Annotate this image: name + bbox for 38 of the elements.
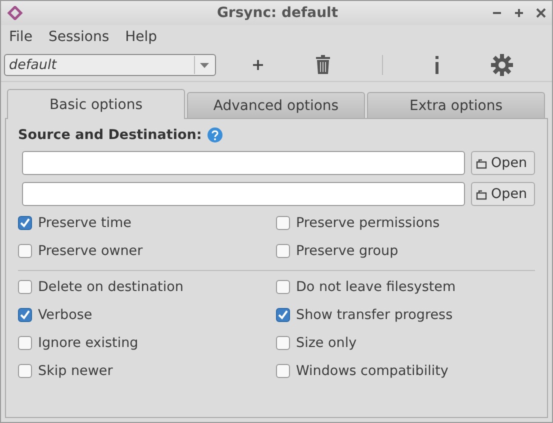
option-checkbox[interactable]: Preserve owner — [18, 241, 276, 260]
option-checkbox[interactable]: Do not leave filesystem — [276, 277, 535, 296]
menu-item[interactable]: Help — [117, 29, 166, 45]
checkmark-icon — [277, 308, 289, 320]
tab[interactable]: Advanced options — [187, 92, 365, 118]
tab[interactable]: Extra options — [367, 92, 545, 118]
add-icon[interactable] — [252, 59, 264, 71]
option-checkbox[interactable]: Windows compatibility — [276, 361, 535, 380]
option-checkbox[interactable]: Show transfer progress — [276, 305, 535, 324]
session-dropdown[interactable]: default — [4, 54, 216, 76]
path-field[interactable] — [22, 151, 465, 175]
menu-item[interactable]: Sessions — [40, 29, 118, 45]
option-checkbox[interactable]: Preserve group — [276, 241, 535, 260]
open-button[interactable]: Open — [471, 151, 535, 175]
checkmark-icon — [19, 308, 31, 320]
folder-icon — [476, 158, 487, 168]
caret-icon — [200, 62, 209, 68]
option-checkbox[interactable]: Size only — [276, 333, 535, 352]
option-checkbox[interactable]: Preserve time — [18, 213, 276, 232]
section-title: Source and Destination: — [18, 127, 202, 143]
tab[interactable]: Basic options — [7, 89, 185, 119]
option-checkbox[interactable]: Delete on destination — [18, 277, 276, 296]
option-checkbox[interactable]: Ignore existing — [18, 333, 276, 352]
maximize-icon[interactable] — [514, 8, 524, 18]
menu-item[interactable]: File — [1, 29, 40, 45]
option-checkbox[interactable]: Preserve permissions — [276, 213, 535, 232]
app-icon — [7, 6, 23, 20]
trash-icon[interactable] — [314, 55, 331, 75]
folder-icon — [476, 188, 487, 200]
option-checkbox[interactable]: Skip newer — [18, 361, 276, 380]
info-icon[interactable] — [434, 56, 440, 74]
option-checkbox[interactable]: Verbose — [18, 305, 276, 324]
checkmark-icon — [19, 216, 31, 228]
path-field[interactable] — [22, 182, 465, 206]
close-icon[interactable] — [536, 8, 546, 18]
help-icon[interactable] — [206, 127, 223, 143]
window-title: Grsync: default — [216, 5, 340, 21]
open-button[interactable]: Open — [471, 182, 535, 206]
